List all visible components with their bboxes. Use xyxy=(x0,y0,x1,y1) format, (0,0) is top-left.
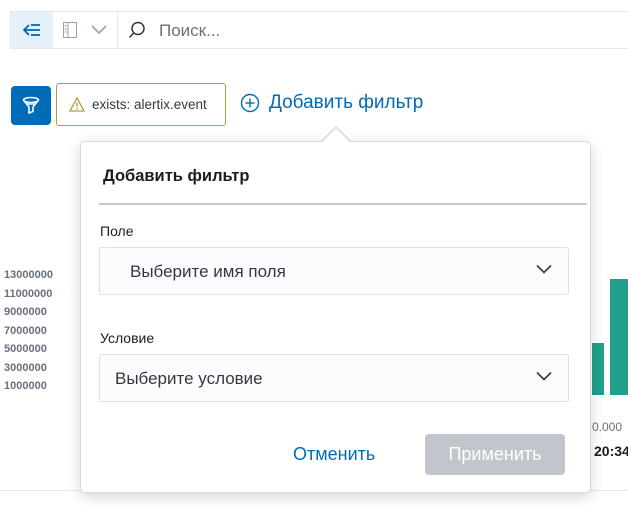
chart-y-tick: 5000000 xyxy=(4,343,47,355)
chart-time-label: 20:34 xyxy=(594,443,628,459)
plus-circle-icon xyxy=(240,93,260,113)
chevron-down-icon xyxy=(536,371,552,381)
chart-y-tick: 1000000 xyxy=(4,380,47,392)
chevron-down-icon[interactable] xyxy=(91,23,107,35)
apply-button[interactable]: Применить xyxy=(425,434,565,475)
field-select[interactable]: Выберите имя поля xyxy=(99,247,569,295)
search-input[interactable] xyxy=(157,18,601,44)
filter-pill[interactable]: exists: alertix.event xyxy=(56,83,226,126)
chart-bar xyxy=(610,279,628,395)
filter-pill-label: exists: alertix.event xyxy=(92,97,207,112)
filter-funnel-icon xyxy=(22,96,40,114)
query-bar xyxy=(10,11,628,49)
warning-icon xyxy=(69,97,85,112)
menu-toggle-button[interactable] xyxy=(11,12,53,48)
search-icon xyxy=(128,21,145,39)
operator-select-placeholder: Выберите условие xyxy=(115,369,263,388)
operator-label: Условие xyxy=(100,330,155,346)
query-bar-divider xyxy=(117,12,118,48)
cancel-button[interactable]: Отменить xyxy=(293,444,375,465)
chart-x-label: 0.000 xyxy=(592,420,623,434)
field-label: Поле xyxy=(100,223,134,239)
chevron-down-icon xyxy=(536,264,552,274)
popover-arrow-fill xyxy=(322,128,350,142)
filter-menu-button[interactable] xyxy=(11,86,51,125)
add-filter-button[interactable]: Добавить фильтр xyxy=(240,92,423,114)
chart-y-tick: 11000000 xyxy=(4,287,53,300)
chart-y-tick: 13000000 xyxy=(4,269,53,281)
menu-collapse-icon xyxy=(23,24,40,36)
operator-select[interactable]: Выберите условие xyxy=(99,354,569,402)
field-select-placeholder: Выберите имя поля xyxy=(130,262,286,281)
popover-divider xyxy=(99,203,587,205)
add-filter-popover: Добавить фильтр Поле Выберите имя поля У… xyxy=(80,141,591,493)
panel-icon[interactable] xyxy=(63,22,77,38)
chart-bar xyxy=(592,343,604,395)
chart-y-tick: 3000000 xyxy=(4,361,47,374)
add-filter-label: Добавить фильтр xyxy=(269,92,424,113)
popover-title: Добавить фильтр xyxy=(103,167,250,185)
chart-y-tick: 7000000 xyxy=(4,324,47,337)
chart-y-tick: 9000000 xyxy=(4,306,47,318)
